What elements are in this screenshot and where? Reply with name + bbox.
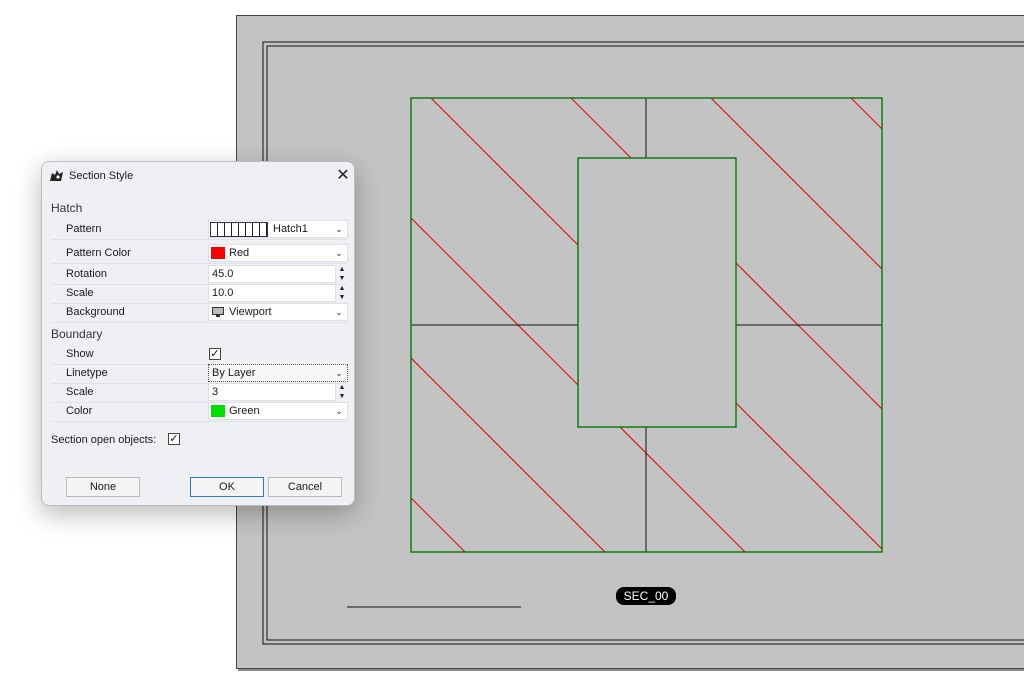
section-open-objects-label: Section open objects: [51, 434, 157, 446]
pattern-color-value: Red [229, 247, 250, 259]
boundary-color-label: Color [66, 405, 93, 417]
hatch-header: Hatch [51, 201, 83, 215]
hatch-scale-spinner[interactable]: ▲ ▼ [337, 284, 347, 302]
dialog-titlebar[interactable]: Section Style ✕ [42, 162, 354, 190]
pattern-color-dropdown[interactable]: Red ⌄ [208, 244, 348, 262]
pattern-dropdown[interactable]: Hatch1 ⌄ [208, 220, 348, 238]
pattern-value: Hatch1 [273, 223, 308, 235]
chevron-down-icon: ⌄ [335, 248, 343, 258]
centerlines [411, 98, 882, 552]
hatch-line [411, 98, 748, 552]
rhino-app-icon [50, 170, 63, 181]
rotation-spinner[interactable]: ▲ ▼ [337, 265, 347, 283]
chevron-down-icon: ⌄ [335, 307, 343, 317]
background-dropdown[interactable]: Viewport ⌄ [208, 303, 348, 321]
section-style-dialog: Section Style ✕ Hatch Pattern Hatch1 ⌄ P… [41, 161, 355, 506]
hatch-scale-row: Scale 10.0 ▲ ▼ [51, 284, 347, 304]
hatch-pattern-preview-icon [210, 222, 268, 237]
linetype-value: By Layer [212, 367, 256, 379]
hatch-scale-label: Scale [66, 287, 94, 299]
hatch-line [710, 98, 882, 552]
rotation-label: Rotation [66, 268, 107, 280]
pattern-row: Pattern Hatch1 ⌄ [51, 220, 348, 240]
rotation-row: Rotation 45.0 ▲ ▼ [51, 265, 347, 285]
boundary-scale-value: 3 [212, 386, 219, 398]
hatch-line [850, 98, 882, 552]
red-color-swatch [211, 247, 225, 259]
pattern-label: Pattern [66, 223, 102, 235]
rotation-value: 45.0 [212, 268, 234, 280]
linetype-row: Linetype By Layer ⌄ [51, 364, 348, 384]
boundary-color-dropdown[interactable]: Green ⌄ [208, 402, 348, 420]
chevron-down-icon: ⌄ [335, 224, 343, 234]
hatch-scale-value: 10.0 [212, 287, 234, 299]
dialog-title: Section Style [69, 170, 134, 182]
pattern-color-label: Pattern Color [66, 247, 131, 259]
frame-outer [262, 41, 1024, 645]
rotation-input[interactable]: 45.0 [208, 265, 336, 283]
none-button[interactable]: None [66, 477, 140, 497]
show-row: Show ✓ [51, 345, 347, 365]
green-color-swatch [211, 405, 225, 417]
section-drawing[interactable] [237, 16, 1024, 670]
boundary-color-value: Green [229, 405, 260, 417]
linetype-label: Linetype [66, 367, 108, 379]
close-icon[interactable]: ✕ [332, 165, 354, 187]
linetype-dropdown[interactable]: By Layer ⌄ [208, 364, 348, 382]
ok-button[interactable]: OK [190, 477, 264, 497]
show-checkbox[interactable]: ✓ [209, 348, 221, 360]
boundary-scale-row: Scale 3 ▲ ▼ [51, 383, 347, 403]
chevron-down-icon: ⌄ [335, 368, 343, 378]
chevron-down-icon: ⌄ [335, 406, 343, 416]
background-label: Background [66, 306, 125, 318]
background-row: Background Viewport ⌄ [51, 303, 348, 323]
monitor-icon [212, 307, 224, 317]
boundary-header: Boundary [51, 327, 103, 341]
pattern-color-row: Pattern Color Red ⌄ [51, 244, 348, 264]
boundary-scale-label: Scale [66, 386, 94, 398]
hatch-pattern [411, 98, 882, 552]
section-open-objects-checkbox[interactable]: ✓ [168, 433, 180, 445]
hatch-line [570, 98, 882, 552]
cancel-button[interactable]: Cancel [268, 477, 342, 497]
boundary-scale-spinner[interactable]: ▲ ▼ [337, 383, 347, 401]
boundary-color-row: Color Green ⌄ [51, 402, 348, 422]
hatch-scale-input[interactable]: 10.0 [208, 284, 336, 302]
boundary-scale-input[interactable]: 3 [208, 383, 336, 401]
inner-boundary[interactable] [577, 157, 737, 428]
background-value: Viewport [229, 306, 272, 318]
show-label: Show [66, 348, 94, 360]
hatch-line [430, 98, 882, 552]
section-tag[interactable]: SEC_00 [616, 587, 676, 605]
